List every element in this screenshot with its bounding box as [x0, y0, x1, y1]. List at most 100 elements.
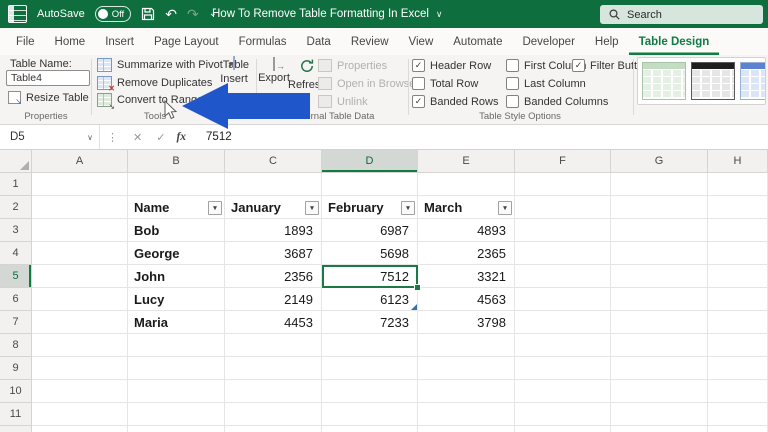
row-header-10[interactable]: 10 [0, 380, 32, 403]
cell-H10[interactable] [708, 380, 768, 403]
cell-B6[interactable]: Lucy [128, 288, 225, 311]
cell-H5[interactable] [708, 265, 768, 288]
remove-duplicates-button[interactable]: Remove Duplicates [97, 76, 212, 90]
cell-G5[interactable] [611, 265, 708, 288]
name-box[interactable]: D5 ∨ [0, 125, 100, 149]
cell-E3[interactable]: 4893 [418, 219, 515, 242]
cell-A3[interactable] [32, 219, 128, 242]
autosave-toggle[interactable]: Off [95, 6, 132, 22]
cell-D7[interactable]: 7233 [322, 311, 418, 334]
cell-H8[interactable] [708, 334, 768, 357]
cell-G4[interactable] [611, 242, 708, 265]
column-header-D[interactable]: D [322, 150, 418, 173]
cell-F5[interactable] [515, 265, 611, 288]
cell-B5[interactable]: John [128, 265, 225, 288]
cell-E6[interactable]: 4563 [418, 288, 515, 311]
cell-F4[interactable] [515, 242, 611, 265]
cell-A2[interactable] [32, 196, 128, 219]
tab-view[interactable]: View [399, 28, 444, 55]
excel-app-icon[interactable] [8, 5, 27, 23]
row-header-12[interactable]: 12 [0, 426, 32, 432]
cell-C7[interactable]: 4453 [225, 311, 322, 334]
cell-C10[interactable] [225, 380, 322, 403]
cell-B12[interactable] [128, 426, 225, 432]
cell-E12[interactable] [418, 426, 515, 432]
formula-bar-handle[interactable]: ⋮ [100, 131, 126, 144]
table-name-input[interactable]: Table4 [6, 70, 90, 86]
cell-E11[interactable] [418, 403, 515, 426]
cell-F3[interactable] [515, 219, 611, 242]
cell-D6[interactable]: 6123 [322, 288, 418, 311]
cell-B7[interactable]: Maria [128, 311, 225, 334]
cell-G3[interactable] [611, 219, 708, 242]
cell-A4[interactable] [32, 242, 128, 265]
cell-A10[interactable] [32, 380, 128, 403]
cell-H2[interactable] [708, 196, 768, 219]
cell-C5[interactable]: 2356 [225, 265, 322, 288]
cell-E9[interactable] [418, 357, 515, 380]
cell-G6[interactable] [611, 288, 708, 311]
cell-D10[interactable] [322, 380, 418, 403]
cell-E8[interactable] [418, 334, 515, 357]
filter-button-name[interactable]: ▾ [208, 201, 222, 215]
tab-review[interactable]: Review [341, 28, 399, 55]
convert-to-range-button[interactable]: Convert to Range [97, 93, 203, 107]
cell-B2[interactable]: Name▾ [128, 196, 225, 219]
cell-E1[interactable] [418, 173, 515, 196]
cell-G9[interactable] [611, 357, 708, 380]
row-header-5[interactable]: 5 [0, 265, 32, 288]
checkbox-banded-rows[interactable]: ✓Banded Rows [412, 95, 499, 108]
cell-C8[interactable] [225, 334, 322, 357]
cell-H9[interactable] [708, 357, 768, 380]
table-style-green[interactable] [642, 62, 686, 100]
cell-D1[interactable] [322, 173, 418, 196]
cell-F8[interactable] [515, 334, 611, 357]
enter-icon[interactable]: ✓ [149, 131, 172, 144]
checkbox-last-column[interactable]: Last Column [506, 77, 586, 90]
cell-B9[interactable] [128, 357, 225, 380]
cell-E7[interactable]: 3798 [418, 311, 515, 334]
row-header-4[interactable]: 4 [0, 242, 32, 265]
cell-D4[interactable]: 5698 [322, 242, 418, 265]
filter-button-march[interactable]: ▾ [498, 201, 512, 215]
cell-H11[interactable] [708, 403, 768, 426]
cell-A11[interactable] [32, 403, 128, 426]
column-header-B[interactable]: B [128, 150, 225, 173]
cell-G2[interactable] [611, 196, 708, 219]
tab-data[interactable]: Data [297, 28, 341, 55]
cell-C4[interactable]: 3687 [225, 242, 322, 265]
row-header-6[interactable]: 6 [0, 288, 32, 311]
cell-C12[interactable] [225, 426, 322, 432]
cell-C6[interactable]: 2149 [225, 288, 322, 311]
cell-D9[interactable] [322, 357, 418, 380]
cell-B10[interactable] [128, 380, 225, 403]
cell-E4[interactable]: 2365 [418, 242, 515, 265]
cell-B3[interactable]: Bob [128, 219, 225, 242]
column-header-A[interactable]: A [32, 150, 128, 173]
cell-E5[interactable]: 3321 [418, 265, 515, 288]
cell-A9[interactable] [32, 357, 128, 380]
cell-H1[interactable] [708, 173, 768, 196]
checkbox-header-row[interactable]: ✓Header Row [412, 59, 491, 72]
row-header-7[interactable]: 7 [0, 311, 32, 334]
cell-G12[interactable] [611, 426, 708, 432]
cell-D3[interactable]: 6987 [322, 219, 418, 242]
cell-F2[interactable] [515, 196, 611, 219]
document-title[interactable]: How To Remove Table Formatting In Excel … [212, 0, 443, 28]
cell-F6[interactable] [515, 288, 611, 311]
checkbox-total-row[interactable]: Total Row [412, 77, 478, 90]
cell-G8[interactable] [611, 334, 708, 357]
cell-D5[interactable]: 7512 [322, 265, 418, 288]
cell-A5[interactable] [32, 265, 128, 288]
formula-bar-value[interactable]: 7512 [194, 131, 232, 143]
cancel-icon[interactable]: ✕ [126, 131, 149, 144]
cell-D8[interactable] [322, 334, 418, 357]
cell-B4[interactable]: George [128, 242, 225, 265]
tab-help[interactable]: Help [585, 28, 629, 55]
cell-F1[interactable] [515, 173, 611, 196]
row-header-1[interactable]: 1 [0, 173, 32, 196]
tab-table-design[interactable]: Table Design [629, 28, 720, 55]
cell-E2[interactable]: March▾ [418, 196, 515, 219]
tab-home[interactable]: Home [45, 28, 96, 55]
cell-G11[interactable] [611, 403, 708, 426]
